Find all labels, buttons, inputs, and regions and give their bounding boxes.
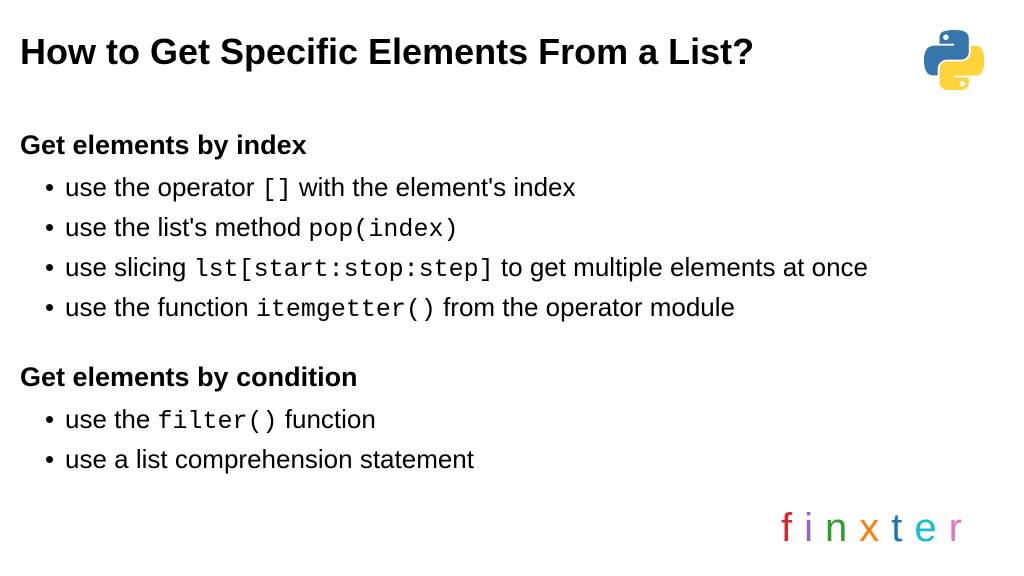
header: How to Get Specific Elements From a List… <box>20 30 1004 90</box>
list-item: use the list's method pop(index) <box>65 209 1004 247</box>
code-snippet: filter() <box>158 407 278 436</box>
code-snippet: [] <box>262 175 292 204</box>
logo-letter: n <box>825 506 859 550</box>
code-snippet: itemgetter() <box>256 295 436 324</box>
text: use slicing <box>65 252 194 282</box>
bullet-list: use the filter() function use a list com… <box>20 401 1004 477</box>
content: Get elements by index use the operator [… <box>20 130 1004 477</box>
text: use the operator <box>65 172 262 202</box>
list-item: use a list comprehension statement <box>65 441 1004 477</box>
text: with the element's index <box>292 172 576 202</box>
text: use the function <box>65 292 256 322</box>
text: function <box>278 404 376 434</box>
text: to get multiple elements at once <box>494 252 868 282</box>
list-item: use the function itemgetter() from the o… <box>65 289 1004 327</box>
section-heading: Get elements by index <box>20 130 1004 161</box>
text: use the <box>65 404 158 434</box>
bullet-list: use the operator [] with the element's i… <box>20 169 1004 327</box>
code-snippet: lst[start:stop:step] <box>194 255 494 284</box>
python-logo-icon <box>924 30 984 90</box>
text: from the operator module <box>436 292 735 322</box>
logo-letter: e <box>914 506 948 550</box>
code-snippet: pop(index) <box>308 215 458 244</box>
section-heading: Get elements by condition <box>20 362 1004 393</box>
logo-letter: i <box>804 506 825 550</box>
logo-letter: t <box>891 506 914 550</box>
text: use a list comprehension statement <box>65 444 474 474</box>
logo-letter: r <box>949 506 974 550</box>
text: use the list's method <box>65 212 308 242</box>
section-by-index: Get elements by index use the operator [… <box>20 130 1004 327</box>
section-by-condition: Get elements by condition use the filter… <box>20 362 1004 477</box>
list-item: use the filter() function <box>65 401 1004 439</box>
finxter-logo: finxter <box>781 506 974 551</box>
logo-letter: f <box>781 506 804 550</box>
logo-letter: x <box>859 506 891 550</box>
list-item: use the operator [] with the element's i… <box>65 169 1004 207</box>
list-item: use slicing lst[start:stop:step] to get … <box>65 249 1004 287</box>
page-title: How to Get Specific Elements From a List… <box>20 30 754 73</box>
